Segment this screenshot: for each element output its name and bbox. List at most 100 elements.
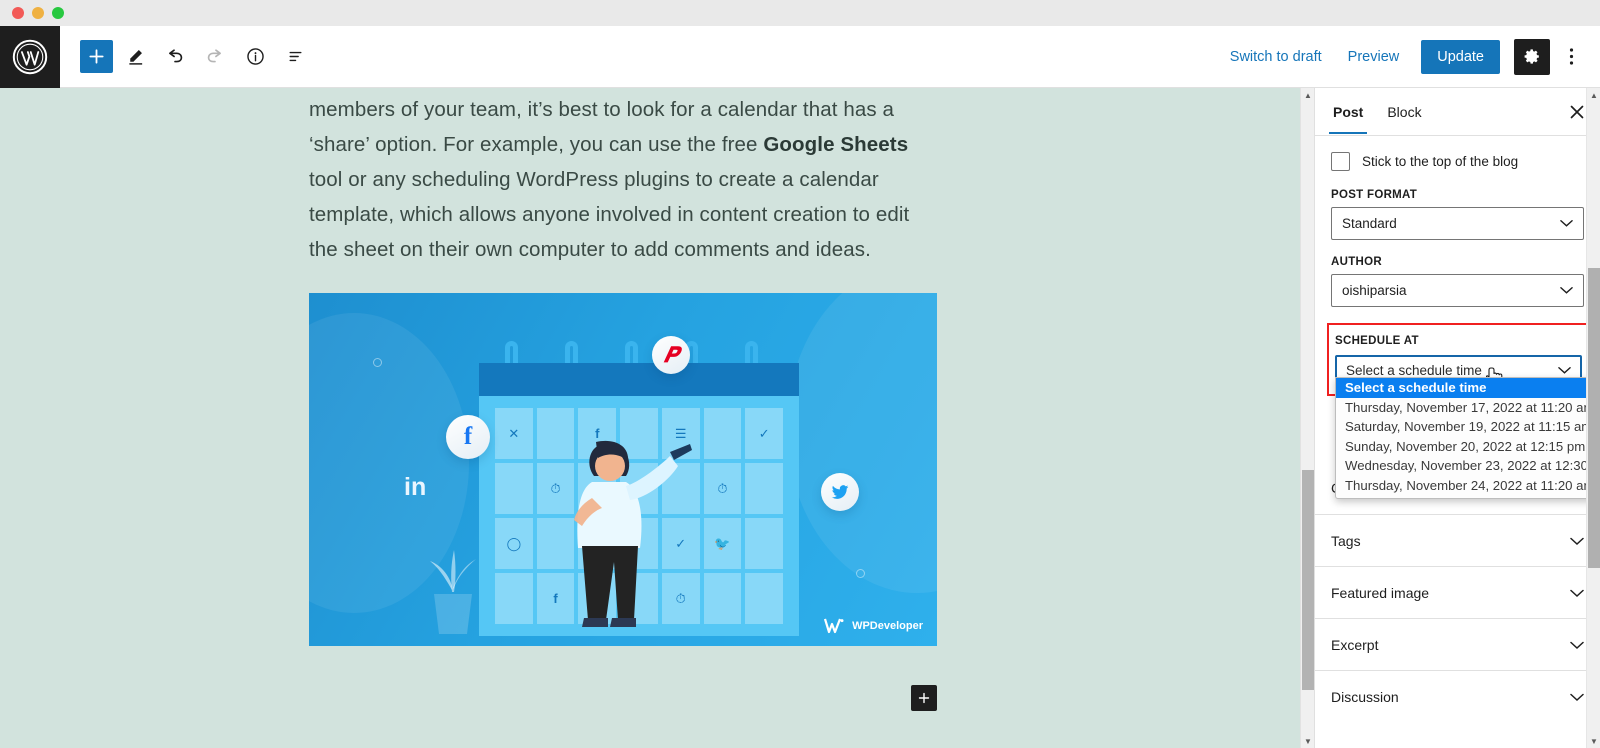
schedule-option[interactable]: Thursday, November 17, 2022 at 11:20 am	[1336, 398, 1600, 418]
schedule-option[interactable]: Wednesday, November 23, 2022 at 12:30 pm	[1336, 456, 1600, 476]
sidebar-scrollbar-thumb[interactable]	[1588, 268, 1600, 568]
plant-graphic	[424, 528, 480, 643]
twitter-icon	[821, 473, 859, 511]
calendar-cell	[745, 518, 783, 569]
more-options-button[interactable]	[1556, 39, 1586, 75]
wpdeveloper-logo-icon	[824, 618, 844, 634]
redo-button[interactable]	[197, 39, 233, 75]
calendar-cell	[536, 518, 575, 569]
calendar-header	[479, 363, 799, 396]
schedule-option[interactable]: Select a schedule time	[1336, 378, 1600, 398]
minimize-window-button[interactable]	[32, 7, 44, 19]
editor-toolbar: Switch to draft Preview Update	[0, 25, 1600, 88]
edit-pencil-icon	[128, 50, 142, 65]
kebab-menu-icon	[1569, 48, 1573, 65]
image-credit: WPDeveloper	[824, 618, 923, 634]
person-illustration	[574, 438, 694, 643]
canvas-scrollbar[interactable]: ▲ ▼	[1300, 88, 1314, 748]
chevron-down-icon	[1570, 689, 1584, 705]
schedule-at-label: SCHEDULE AT	[1335, 335, 1419, 347]
calendar-cell	[495, 463, 533, 514]
post-format-value: Standard	[1342, 216, 1397, 231]
undo-icon	[169, 48, 183, 62]
undo-button[interactable]	[157, 39, 193, 75]
canvas-scrollbar-thumb[interactable]	[1302, 470, 1314, 690]
tab-block[interactable]: Block	[1375, 90, 1433, 133]
calendar-cell	[536, 408, 575, 459]
preview-button[interactable]: Preview	[1338, 41, 1410, 73]
calendar-cell: ⏱	[703, 463, 742, 514]
sticky-post-label: Stick to the top of the blog	[1362, 154, 1519, 169]
calendar-cell: ◯	[495, 518, 533, 569]
plus-icon	[89, 49, 104, 64]
tools-pencil-button[interactable]	[117, 39, 153, 75]
chevron-down-icon	[1560, 216, 1573, 231]
pinterest-icon: 𝑷	[652, 336, 690, 374]
info-icon	[246, 48, 264, 65]
settings-button[interactable]	[1514, 38, 1550, 75]
chevron-down-icon	[1560, 283, 1573, 298]
close-window-button[interactable]	[12, 7, 24, 19]
featured-image-block[interactable]: ✕ f ☰ ✓ ⏱ ⏱ ◯ ✓ 🐦 f ⏱ 𝑷 f in WPDeveloper	[309, 293, 937, 646]
window-controls	[12, 7, 64, 19]
panel-excerpt-label: Excerpt	[1331, 636, 1379, 653]
sidebar-scroll-region: Stick to the top of the blog POST FORMAT…	[1315, 136, 1600, 748]
maximize-window-button[interactable]	[52, 7, 64, 19]
editor-actions: Switch to draft Preview Update	[1220, 38, 1600, 75]
scroll-down-arrow-icon[interactable]: ▼	[1301, 734, 1314, 748]
post-paragraph[interactable]: members of your team, it’s best to look …	[309, 92, 937, 267]
editor-tools	[80, 39, 313, 75]
post-settings-section: Stick to the top of the blog POST FORMAT…	[1315, 136, 1600, 307]
linkedin-icon: in	[404, 473, 427, 501]
panel-featured-image[interactable]: Featured image	[1315, 566, 1600, 618]
schedule-at-dropdown-list[interactable]: Select a schedule time Thursday, Novembe…	[1335, 377, 1600, 499]
panel-tags-label: Tags	[1331, 532, 1361, 549]
calendar-cell	[703, 408, 742, 459]
chevron-down-icon	[1570, 533, 1584, 549]
post-format-select[interactable]: Standard	[1331, 207, 1584, 240]
panel-excerpt[interactable]: Excerpt	[1315, 618, 1600, 670]
panel-discussion[interactable]: Discussion	[1315, 670, 1600, 722]
settings-sidebar: Post Block Stick to the top of the blog …	[1314, 88, 1600, 748]
chevron-down-icon	[1570, 637, 1584, 653]
decor-blob-right	[787, 293, 937, 593]
window-titlebar	[0, 0, 1600, 26]
list-view-button[interactable]	[277, 39, 313, 75]
scroll-down-arrow-icon[interactable]: ▼	[1587, 734, 1600, 748]
sidebar-tablist: Post Block	[1315, 88, 1600, 136]
credit-text: WPDeveloper	[852, 620, 923, 632]
editor-workspace: members of your team, it’s best to look …	[0, 88, 1600, 748]
redo-icon	[207, 48, 221, 62]
sticky-post-row[interactable]: Stick to the top of the blog	[1331, 152, 1584, 171]
schedule-option[interactable]: Thursday, November 24, 2022 at 11:20 am	[1336, 476, 1600, 496]
plus-icon	[918, 692, 930, 704]
switch-to-draft-button[interactable]: Switch to draft	[1220, 41, 1332, 73]
schedule-option[interactable]: Sunday, November 20, 2022 at 12:15 pm	[1336, 437, 1600, 457]
scroll-up-arrow-icon[interactable]: ▲	[1587, 88, 1600, 102]
twitter-bird-icon	[831, 485, 849, 499]
author-value: oishiparsia	[1342, 283, 1407, 298]
calendar-cell	[745, 573, 783, 624]
sidebar-scrollbar[interactable]: ▲ ▼	[1586, 88, 1600, 748]
panel-featured-image-label: Featured image	[1331, 584, 1430, 601]
wordpress-logo-button[interactable]	[0, 25, 60, 88]
gear-icon	[1524, 49, 1539, 64]
inserter-add-block-button[interactable]	[911, 685, 937, 711]
details-info-button[interactable]	[237, 39, 273, 75]
facebook-icon: f	[446, 415, 490, 459]
author-label: AUTHOR	[1331, 256, 1382, 268]
post-content: members of your team, it’s best to look …	[309, 88, 937, 646]
wordpress-logo-icon	[12, 39, 48, 74]
calendar-cell	[495, 573, 533, 624]
panel-tags[interactable]: Tags	[1315, 514, 1600, 566]
update-button[interactable]: Update	[1421, 39, 1500, 74]
chevron-down-icon	[1558, 363, 1571, 378]
add-block-button[interactable]	[80, 40, 113, 73]
sticky-post-checkbox[interactable]	[1331, 152, 1350, 171]
author-select[interactable]: oishiparsia	[1331, 274, 1584, 307]
tab-post[interactable]: Post	[1321, 90, 1375, 134]
scroll-up-arrow-icon[interactable]: ▲	[1301, 88, 1314, 102]
list-view-icon	[289, 51, 301, 62]
schedule-option[interactable]: Saturday, November 19, 2022 at 11:15 am	[1336, 417, 1600, 437]
decor-ring-small-right	[856, 569, 865, 578]
